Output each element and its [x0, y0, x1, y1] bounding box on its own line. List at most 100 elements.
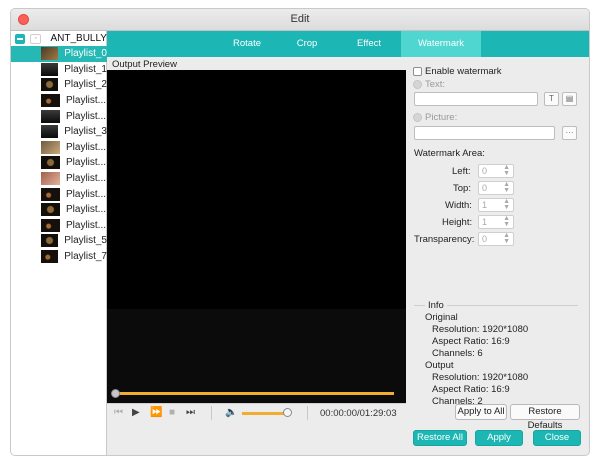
tab-watermark[interactable]: Watermark [401, 31, 481, 57]
playlist-name: Playlist_1 [64, 63, 107, 75]
divider [211, 406, 212, 420]
enable-watermark-checkbox[interactable] [413, 67, 422, 76]
tab-bar: Rotate Crop Effect Watermark [107, 31, 589, 57]
original-channels: Channels: 6 [432, 348, 483, 359]
playlist-thumbnail [41, 140, 60, 154]
playlist-item[interactable]: Playlist_0 [11, 46, 107, 62]
top-value: 0 [482, 183, 488, 193]
width-label: Width: [445, 200, 472, 211]
text-input[interactable] [414, 92, 538, 106]
preview-label: Output Preview [112, 59, 177, 70]
volume-slider[interactable] [242, 412, 287, 415]
volume-icon[interactable]: 🔈 [225, 406, 237, 420]
stepper-arrows-icon[interactable]: ▲ ▼ [503, 181, 510, 194]
apply-button[interactable]: Apply [475, 430, 523, 446]
height-label: Height: [442, 217, 473, 228]
top-stepper[interactable]: 0 ▲ ▼ [478, 181, 514, 195]
stepper-arrows-icon[interactable]: ▲ ▼ [503, 164, 510, 177]
playlist-item[interactable]: Playlist... [11, 155, 107, 171]
playback-controls: ⏮ ▶ ⏩ ■ ⏭ 🔈 00:00:00/01:29:03 [107, 403, 406, 423]
transparency-value: 0 [482, 234, 488, 244]
playlist-item[interactable]: Playlist... [11, 218, 107, 234]
playlist-item[interactable]: Playlist... [11, 186, 107, 202]
text-color-button[interactable]: ▤ [562, 92, 577, 106]
original-resolution: Resolution: 1920*1080 [432, 324, 529, 335]
text-font-button[interactable]: T [544, 92, 559, 106]
playlist-thumbnail [41, 187, 60, 201]
playlist-item[interactable]: Playlist_7 [11, 249, 107, 265]
next-icon[interactable]: ⏭ [186, 406, 195, 420]
text-label: Text: [425, 79, 446, 90]
stepper-arrows-icon[interactable]: ▲ ▼ [503, 232, 510, 245]
project-row[interactable]: ◦ ANT_BULLY [11, 31, 107, 46]
playlist-name: Playlist... [66, 95, 107, 107]
original-aspect-ratio: Aspect Ratio: 16:9 [432, 336, 510, 347]
playlist-name: Playlist_2 [64, 79, 107, 91]
playlist-thumbnail [41, 156, 60, 170]
playlist-thumbnail [41, 172, 60, 186]
collapse-checkbox[interactable] [15, 33, 25, 44]
playlist-item[interactable]: Playlist_5 [11, 233, 107, 249]
seek-handle[interactable] [111, 389, 120, 398]
output-resolution: Resolution: 1920*1080 [432, 372, 529, 383]
transparency-stepper[interactable]: 0 ▲ ▼ [478, 232, 514, 246]
previous-icon[interactable]: ⏮ [114, 406, 123, 420]
volume-handle[interactable] [283, 408, 292, 417]
original-title: Original [425, 312, 458, 323]
output-title: Output [425, 360, 454, 371]
playlist-item[interactable]: Playlist... [11, 202, 107, 218]
playlist-item[interactable]: Playlist... [11, 108, 107, 124]
playlist-item[interactable]: Playlist... [11, 93, 107, 109]
playlist-thumbnail [41, 125, 59, 139]
playlist-name: Playlist_7 [64, 251, 107, 263]
eye-icon[interactable]: ◦ [29, 33, 42, 44]
seek-bar[interactable] [113, 392, 394, 395]
restore-defaults-button[interactable]: Restore Defaults [510, 404, 580, 431]
playlist-thumbnail [41, 250, 59, 264]
playlist-name: Playlist_0 [64, 48, 107, 60]
playlist-item[interactable]: Playlist_2 [11, 77, 107, 93]
left-stepper[interactable]: 0 ▲ ▼ [478, 164, 514, 178]
stop-icon[interactable]: ■ [169, 406, 175, 420]
text-radio[interactable] [413, 80, 422, 89]
playlist-item[interactable]: Playlist_3 [11, 124, 107, 140]
info-title: Info [425, 300, 447, 311]
width-stepper[interactable]: 1 ▲ ▼ [478, 198, 514, 212]
top-label: Top: [453, 183, 471, 194]
stepper-arrows-icon[interactable]: ▲ ▼ [503, 215, 510, 228]
playlist-thumbnail [41, 203, 60, 217]
enable-watermark-label: Enable watermark [425, 66, 502, 77]
playlist-name: Playlist... [66, 204, 107, 216]
video-lower-band [107, 309, 406, 403]
tab-crop[interactable]: Crop [277, 31, 337, 57]
picture-input[interactable] [414, 126, 555, 140]
height-stepper[interactable]: 1 ▲ ▼ [478, 215, 514, 229]
tab-rotate[interactable]: Rotate [217, 31, 277, 57]
watermark-area-label: Watermark Area: [414, 148, 485, 159]
playlist-item[interactable]: Playlist_1 [11, 62, 107, 78]
tab-effect[interactable]: Effect [337, 31, 401, 57]
left-label: Left: [452, 166, 471, 177]
stepper-arrows-icon[interactable]: ▲ ▼ [503, 198, 510, 211]
close-button[interactable]: Close [533, 430, 581, 446]
playlist-name: Playlist_5 [64, 235, 107, 247]
playlist-thumbnail [41, 109, 60, 123]
playlist-item[interactable]: Playlist... [11, 171, 107, 187]
playlist-thumbnail [41, 62, 59, 76]
playlist-name: Playlist... [66, 110, 107, 122]
restore-all-button[interactable]: Restore All [413, 430, 467, 446]
playlist-thumbnail [41, 47, 59, 61]
playlist-name: Playlist... [66, 219, 107, 231]
playlist-name: Playlist... [66, 188, 107, 200]
apply-to-all-button[interactable]: Apply to All [455, 404, 507, 420]
playlist-thumbnail [41, 78, 59, 92]
fast-forward-icon[interactable]: ⏩ [150, 406, 162, 420]
playlist-name: Playlist... [66, 173, 107, 185]
playlist-name: Playlist_3 [64, 126, 107, 138]
browse-picture-button[interactable]: ··· [562, 126, 577, 140]
playlist-item[interactable]: Playlist... [11, 140, 107, 156]
transparency-label: Transparency: [414, 234, 475, 245]
picture-radio[interactable] [413, 113, 422, 122]
height-value: 1 [482, 217, 488, 227]
play-icon[interactable]: ▶ [132, 406, 140, 420]
